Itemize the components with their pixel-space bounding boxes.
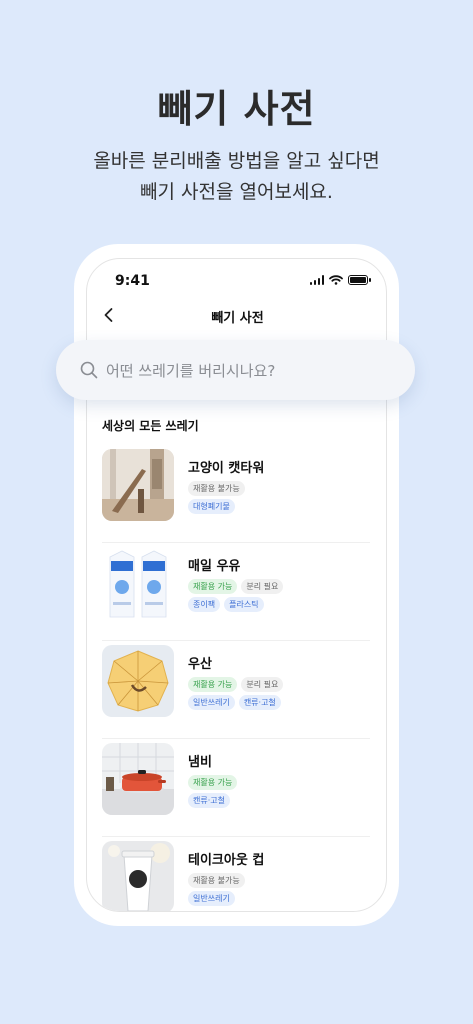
item-thumbnail-takeout-cup (102, 841, 174, 911)
hero-subtitle: 올바른 분리배출 방법을 알고 싶다면 빼기 사전을 열어보세요. (0, 146, 473, 208)
tag-recyclable-status: 재활용 가능 (188, 677, 238, 692)
list-item[interactable]: 테이크아웃 컵 재활용 불가능 일반쓰레기 (102, 837, 370, 911)
item-thumbnail-umbrella (102, 645, 174, 717)
tag-category: 캔류·고철 (238, 695, 281, 710)
hero-title: 빼기 사전 (157, 87, 316, 131)
item-thumbnail-pot (102, 743, 174, 815)
tag-category: 일반쓰레기 (188, 695, 235, 710)
hero-subtitle-line2: 빼기 사전을 열어보세요. (140, 181, 333, 203)
item-tags: 재활용 가능 캔류·고철 (188, 775, 368, 811)
item-name: 테이크아웃 컵 (188, 853, 265, 868)
tag-separation: 분리 필요 (241, 579, 284, 594)
item-name: 매일 우유 (188, 559, 241, 574)
section-title: 세상의 모든 쓰레기 (102, 419, 199, 433)
item-tags: 재활용 불가능 대형폐기물 (188, 481, 368, 517)
nav-title: 빼기 사전 (211, 311, 264, 326)
tag-category: 캔류·고철 (188, 793, 230, 808)
wifi-icon (329, 275, 343, 285)
item-tags: 재활용 불가능 일반쓰레기 (188, 873, 368, 909)
tag-recyclable-status: 재활용 불가능 (188, 873, 245, 888)
item-thumbnail-milk (102, 547, 174, 619)
item-name: 고양이 캣타워 (188, 461, 265, 476)
waste-list: 고양이 캣타워 재활용 불가능 대형폐기물 매일 우유 재활용 가능 분리 필요… (102, 445, 370, 911)
item-tags: 재활용 가능 분리 필요 종이팩 플라스틱 (188, 579, 368, 615)
search-icon (80, 361, 98, 379)
hero-subtitle-line1: 올바른 분리배출 방법을 알고 싶다면 (93, 150, 380, 172)
tag-separation: 분리 필요 (241, 677, 284, 692)
item-name: 냄비 (188, 755, 212, 770)
signal-icon (309, 275, 324, 285)
item-name: 우산 (188, 657, 212, 672)
search-bar[interactable]: 어떤 쓰레기를 버리시나요? (56, 340, 415, 400)
tag-recyclable-status: 재활용 가능 (188, 775, 238, 790)
status-icons (309, 275, 371, 285)
status-time: 9:41 (115, 273, 150, 289)
tag-category: 플라스틱 (224, 597, 264, 612)
list-item[interactable]: 냄비 재활용 가능 캔류·고철 (102, 739, 370, 837)
search-input[interactable]: 어떤 쓰레기를 버리시나요? (106, 360, 275, 381)
list-item[interactable]: 고양이 캣타워 재활용 불가능 대형폐기물 (102, 445, 370, 543)
tag-category: 일반쓰레기 (188, 891, 235, 906)
item-thumbnail-cat-tower (102, 449, 174, 521)
list-item[interactable]: 우산 재활용 가능 분리 필요 일반쓰레기 캔류·고철 (102, 641, 370, 739)
tag-recyclable-status: 재활용 가능 (188, 579, 238, 594)
tag-recyclable-status: 재활용 불가능 (188, 481, 245, 496)
tag-category: 대형폐기물 (188, 499, 235, 514)
list-item[interactable]: 매일 우유 재활용 가능 분리 필요 종이팩 플라스틱 (102, 543, 370, 641)
item-tags: 재활용 가능 분리 필요 일반쓰레기 캔류·고철 (188, 677, 368, 713)
tag-category: 종이팩 (188, 597, 221, 612)
battery-icon (348, 275, 371, 285)
